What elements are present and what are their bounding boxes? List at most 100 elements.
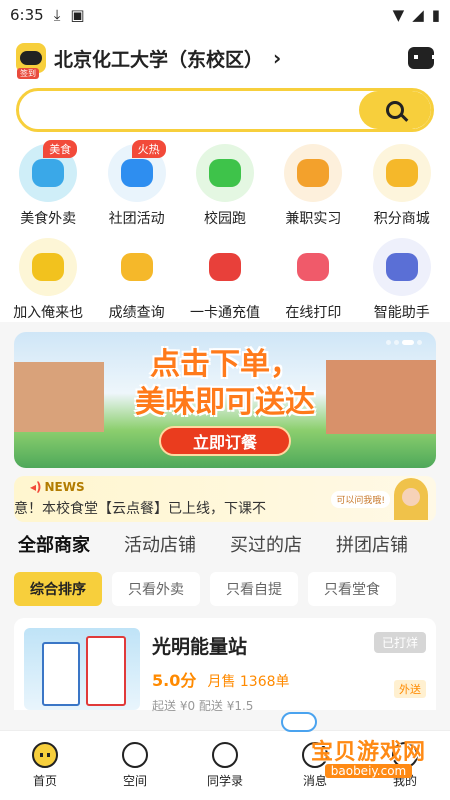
grid-item-2[interactable]: 校园跑	[181, 144, 269, 228]
news-text: 意！本校食堂【云点餐】已上线，下课不	[14, 501, 266, 517]
search-icon	[386, 101, 404, 119]
home-icon	[32, 742, 58, 768]
tab-1[interactable]: 活动店铺	[124, 531, 196, 557]
shop-score: 5.0分	[152, 671, 197, 690]
grid-label: 一卡通充值	[189, 305, 260, 321]
nav-item-0[interactable]: 首页	[0, 731, 90, 800]
assistant-widget[interactable]: 可以问我哦!	[331, 478, 428, 520]
grid-label: 兼职实习	[285, 211, 342, 227]
header: 签到 北京化工大学（东校区） ›	[0, 30, 450, 140]
icon-shape	[208, 253, 241, 281]
nav-label: 同学录	[206, 774, 243, 788]
message-icon[interactable]	[408, 47, 436, 69]
nav-label: 空间	[122, 774, 147, 788]
icon-shape	[297, 253, 330, 281]
grid-item-4[interactable]: 积分商城	[358, 144, 446, 228]
nav-item-1[interactable]: 空间	[90, 731, 180, 800]
filter-chip-3[interactable]: 只看堂食	[308, 572, 396, 606]
download-icon: ⤓	[53, 6, 61, 24]
watermark-url: baobeiy.com	[324, 764, 413, 778]
icon-shape	[385, 253, 418, 281]
icon-shape	[208, 159, 241, 187]
grid-item-5[interactable]: 加入俺来也	[4, 238, 92, 322]
banner-title-line1: 点击下单，	[150, 347, 300, 382]
grid-label: 智能助手	[373, 305, 430, 321]
app-notification-icon: ▣	[70, 6, 85, 24]
grid-item-1[interactable]: 火热社团活动	[92, 140, 180, 228]
quick-entry-grid: 美食 美食外卖 火热 社团活动 校园跑 兼职实习 积分商城 加入俺来也 成绩查询 一卡通充值 在线打…	[0, 140, 450, 322]
watermark-text: 宝贝游戏网	[310, 740, 426, 765]
delivery-tag: 外送	[394, 680, 426, 698]
grid-item-0[interactable]: 美食美食外卖	[4, 140, 92, 228]
merchant-tabs: 全部商家 活动店铺 买过的店 拼团店铺	[0, 522, 450, 566]
icon-shape	[120, 159, 153, 187]
chevron-right-icon[interactable]: ›	[273, 46, 281, 70]
grid-item-7[interactable]: 一卡通充值	[181, 238, 269, 322]
tab-2[interactable]: 买过的店	[230, 531, 302, 557]
news-ticker[interactable]: ◂) NEWS 意！本校食堂【云点餐】已上线，下课不 可以问我哦!	[14, 476, 436, 522]
status-badge: 已打烊	[373, 632, 426, 653]
campus-run-icon	[195, 144, 254, 202]
card-recharge-icon	[195, 238, 254, 296]
tab-0[interactable]: 全部商家	[18, 531, 90, 557]
news-tag: NEWS	[44, 480, 85, 494]
planet-icon	[122, 742, 148, 768]
battery-icon: ▮	[431, 6, 440, 24]
grid-item-3[interactable]: 兼职实习	[269, 144, 357, 228]
grid-badge: 美食	[43, 140, 78, 158]
checkin-avatar[interactable]: 签到	[16, 43, 46, 79]
online-print-icon	[284, 238, 343, 296]
grid-label: 在线打印	[285, 305, 342, 321]
assistant-bubble: 可以问我哦!	[331, 490, 390, 508]
signal-icon: ◢	[412, 6, 424, 24]
grade-query-icon	[107, 238, 166, 296]
status-time: 6:35	[10, 6, 44, 24]
checkin-tag: 签到	[17, 68, 39, 79]
grid-badge: 火热	[131, 140, 166, 158]
icon-shape	[32, 253, 65, 281]
icon-shape	[385, 159, 418, 187]
grid-label: 社团活动	[108, 211, 165, 227]
search-input[interactable]	[19, 91, 359, 129]
nav-label: 首页	[32, 774, 57, 788]
grid-label: 美食外卖	[20, 211, 77, 227]
promo-banner[interactable]: 点击下单， 美味即可送达 立即订餐	[14, 332, 436, 468]
assistant-avatar	[394, 478, 428, 520]
food-delivery-icon: 美食	[19, 140, 78, 202]
grid-item-9[interactable]: 智能助手	[358, 238, 446, 322]
icon-shape	[120, 253, 153, 281]
smart-assistant-icon	[372, 238, 431, 296]
filter-chip-0[interactable]: 综合排序	[14, 572, 102, 606]
grid-label: 成绩查询	[108, 305, 165, 321]
order-now-button[interactable]: 立即订餐	[159, 426, 291, 456]
points-mall-icon	[372, 144, 431, 202]
club-activity-icon: 火热	[107, 140, 166, 202]
speaker-icon: ◂)	[30, 480, 42, 494]
grid-item-8[interactable]: 在线打印	[269, 238, 357, 322]
grid-label: 校园跑	[203, 211, 246, 227]
search-bar	[16, 88, 434, 132]
shop-sales: 月售 1368单	[207, 674, 290, 690]
banner-title: 点击下单， 美味即可送达	[14, 346, 436, 422]
search-button[interactable]	[359, 91, 431, 129]
campus-selector[interactable]: 北京化工大学（东校区）	[54, 45, 263, 72]
shop-thumbnail	[24, 628, 140, 710]
tab-3[interactable]: 拼团店铺	[336, 531, 408, 557]
icon-shape	[32, 159, 65, 187]
nav-item-2[interactable]: 同学录	[180, 731, 270, 800]
filter-chips: 综合排序 只看外卖 只看自提 只看堂食	[0, 566, 450, 618]
filter-chip-2[interactable]: 只看自提	[210, 572, 298, 606]
gamepad-icon	[280, 712, 317, 732]
milk-carton-icon	[86, 636, 126, 706]
classmates-icon	[212, 742, 238, 768]
milk-carton-icon	[42, 642, 80, 706]
shop-card[interactable]: 光明能量站 5.0分 月售 1368单 起送 ¥0 配送 ¥1.5 已打烊 外送	[14, 618, 436, 713]
join-us-icon	[19, 238, 78, 296]
mascot-icon	[20, 51, 42, 65]
watermark: 宝贝游戏网 baobeiy.com	[280, 712, 426, 778]
banner-title-line2: 美味即可送达	[135, 385, 315, 420]
icon-shape	[297, 159, 330, 187]
banner-indicator	[386, 340, 422, 345]
grid-item-6[interactable]: 成绩查询	[92, 238, 180, 322]
filter-chip-1[interactable]: 只看外卖	[112, 572, 200, 606]
